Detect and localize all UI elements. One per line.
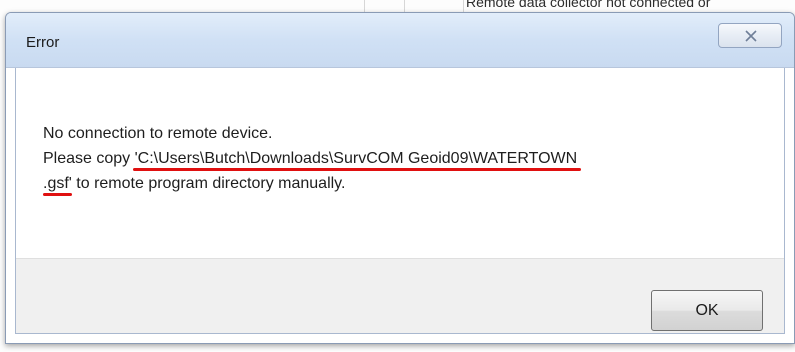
message-line-3-suffix: to remote program directory manually. — [71, 175, 346, 192]
path-underline — [132, 168, 582, 171]
message-line-1: No connection to remote device. — [43, 125, 273, 142]
dialog-title: Error — [26, 34, 60, 51]
background-divider — [404, 0, 405, 12]
error-dialog: Error No connection to remote device. Pl… — [5, 12, 795, 344]
background-divider — [463, 0, 464, 12]
error-message: No connection to remote device. Please c… — [43, 121, 763, 196]
dialog-client-area: No connection to remote device. Please c… — [15, 68, 785, 334]
file-path-text: 'C:\Users\Butch\Downloads\SurvCOM Geoid0… — [132, 150, 582, 171]
dialog-footer: OK — [16, 258, 784, 333]
file-extension: .gsf' — [43, 175, 72, 192]
close-button[interactable] — [718, 23, 782, 48]
background-status-text: Remote data collector not connected or — [466, 0, 711, 10]
message-line-2-prefix: Please copy — [43, 150, 135, 167]
file-path: 'C:\Users\Butch\Downloads\SurvCOM Geoid0… — [134, 150, 578, 167]
file-extension-text: .gsf' — [43, 175, 72, 196]
background-divider — [364, 0, 365, 12]
close-x-icon — [745, 30, 757, 42]
ok-button[interactable]: OK — [651, 290, 763, 331]
extension-underline — [43, 193, 72, 196]
dialog-titlebar[interactable]: Error — [6, 13, 794, 68]
message-line-3: .gsf' to remote program directory manual… — [43, 171, 763, 196]
message-area: No connection to remote device. Please c… — [16, 68, 784, 258]
message-line-2: Please copy 'C:\Users\Butch\Downloads\Su… — [43, 146, 763, 171]
